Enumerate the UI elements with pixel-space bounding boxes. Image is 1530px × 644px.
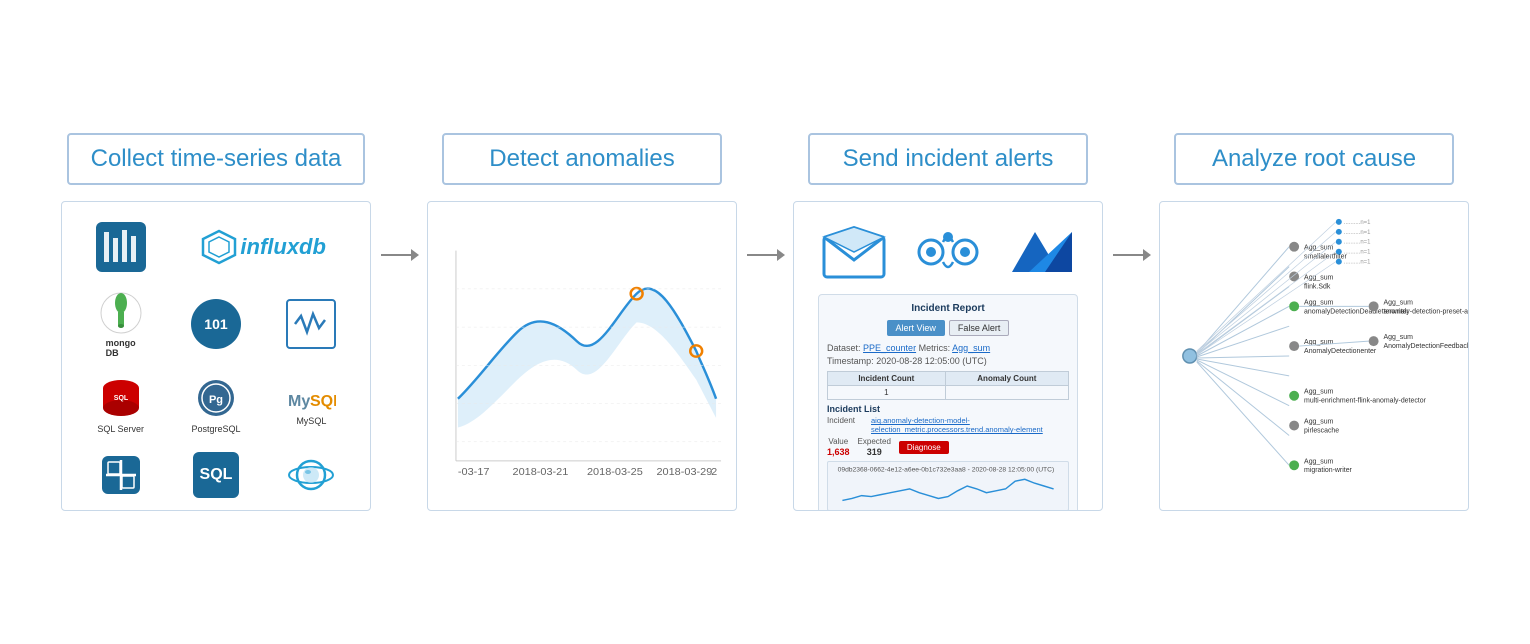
logo-sqlserver: SQL SQL Server [97,376,144,434]
logo-101: 101 [191,299,241,349]
svg-text:09db2368-0662-4e12-a6ee-0b1c73: 09db2368-0662-4e12-a6ee-0b1c732e3aa8 - 2… [838,467,1055,474]
logo-influxdb: influxdb [201,229,326,265]
step-collect: Collect time-series data [61,133,371,511]
anomaly-chart: -03-17 2018-03-21 2018-03-25 2018-03-29 … [448,222,726,480]
svg-text:2: 2 [711,466,717,478]
incident-counts-table: Incident Count Anomaly Count 1 [827,371,1069,400]
incident-report-title: Incident Report [827,303,1069,314]
svg-text:Agg_sum: Agg_sum [1304,458,1334,465]
step-alert-label-box: Send incident alerts [808,133,1088,185]
svg-text:AnomalyDetectionFeedbackTaken: AnomalyDetectionFeedbackTaken [1384,343,1468,350]
logo-hbase [98,452,144,498]
email-icon [819,222,889,282]
svg-text:Pg: Pg [209,394,223,406]
svg-text:Agg_sum: Agg_sum [1304,389,1334,396]
svg-text:AnomalyDetectionenter: AnomalyDetectionenter [1304,348,1377,355]
svg-text:2018-03-29: 2018-03-29 [657,466,713,478]
logo-planet [286,452,336,498]
svg-text:2018-03-25: 2018-03-25 [587,466,643,478]
step-detect-image: -03-17 2018-03-21 2018-03-25 2018-03-29 … [427,201,737,511]
arrow-1 [379,243,419,267]
logo-mysql: My SQL MySQL [286,384,336,426]
logos-grid: influxdb mongoDB 101 [62,202,370,510]
svg-text:SQL: SQL [310,393,336,410]
step-alert-label: Send incident alerts [843,145,1054,172]
incident-values-row: Value 1,638 Expected 319 Diagnose [827,437,1069,457]
svg-text:Agg_sum: Agg_sum [1304,419,1334,426]
svg-text:2018-03-21: 2018-03-21 [513,466,569,478]
diagnose-btn[interactable]: Diagnose [899,441,949,454]
svg-text:..........n=1: ..........n=1 [1344,230,1371,236]
incident-info: Dataset: PPE_counter Metrics: Agg_sum Ti… [827,342,1069,367]
svg-text:Agg_sum: Agg_sum [1304,245,1334,252]
logo-mongodb: mongoDB [98,290,144,358]
svg-text:..........n=1: ..........n=1 [1344,250,1371,256]
svg-text:My: My [288,393,310,410]
step-detect-label-box: Detect anomalies [442,133,722,185]
step-analyze-image: Agg_sum smallalertfilter Agg_sum flink.S… [1159,201,1469,511]
step-detect: Detect anomalies [427,133,737,511]
svg-text:Agg_sum: Agg_sum [1384,299,1414,306]
logo-grafana [96,222,146,272]
pipeline-container: Collect time-series data [0,113,1530,531]
svg-text:..........n=1: ..........n=1 [1344,240,1371,246]
root-cause-graph: Agg_sum smallalertfilter Agg_sum flink.S… [1160,202,1468,510]
arrow-3 [1111,243,1151,267]
incident-link[interactable]: aiq.anomaly-detection-model-selection_me… [871,416,1069,434]
graph-svg: Agg_sum smallalertfilter Agg_sum flink.S… [1160,202,1468,510]
svg-text:Agg_sum: Agg_sum [1384,334,1414,341]
step-analyze-label: Analyze root cause [1212,145,1416,172]
svg-text:flink.Sdk: flink.Sdk [1304,283,1331,290]
step-detect-label: Detect anomalies [489,145,674,172]
incident-report-btns: Alert View False Alert [827,320,1069,336]
mini-chart: 09db2368-0662-4e12-a6ee-0b1c732e3aa8 - 2… [827,461,1069,511]
chart-area: -03-17 2018-03-21 2018-03-25 2018-03-29 … [428,202,736,510]
step-collect-label: Collect time-series data [91,145,342,172]
svg-text:anomaly-detection-preset-alven: anomaly-detection-preset-alvent [1384,308,1468,315]
step-alert-image: Incident Report Alert View False Alert D… [793,201,1103,511]
logo-waveform [286,299,336,349]
svg-text:Agg_sum: Agg_sum [1304,299,1334,306]
incident-list-title: Incident List [827,404,1069,414]
svg-text:Agg_sum: Agg_sum [1304,274,1334,281]
step-alert: Send incident alerts [793,133,1103,511]
svg-text:..........n=1: ..........n=1 [1344,220,1371,226]
step-analyze-label-box: Analyze root cause [1174,133,1454,185]
logo-postgresql: Pg PostgreSQL [191,376,240,434]
alert-icons-row [819,222,1077,282]
azure-icon [1007,222,1077,282]
logo-sql-blue: SQL [193,452,239,498]
svg-text:multi-enrichment-flink-anomaly: multi-enrichment-flink-anomaly-detector [1304,398,1427,405]
webhook-icon [913,222,983,282]
svg-text:pirlescache: pirlescache [1304,428,1339,435]
alerts-panel: Incident Report Alert View False Alert D… [794,202,1102,510]
step-collect-image: influxdb mongoDB 101 [61,201,371,511]
svg-text:smallalertfilter: smallalertfilter [1304,254,1347,261]
alert-view-btn[interactable]: Alert View [887,320,945,336]
step-analyze: Analyze root cause [1159,133,1469,511]
svg-text:SQL: SQL [113,395,128,402]
arrow-2 [745,243,785,267]
svg-text:-03-17: -03-17 [458,466,490,478]
svg-text:migration-writer: migration-writer [1304,467,1352,474]
false-alert-btn[interactable]: False Alert [949,320,1010,336]
step-collect-label-box: Collect time-series data [67,133,366,185]
incident-report-panel: Incident Report Alert View False Alert D… [818,294,1078,511]
incident-row: Incident aiq.anomaly-detection-model-sel… [827,416,1069,434]
svg-text:..........n=1: ..........n=1 [1344,260,1371,266]
